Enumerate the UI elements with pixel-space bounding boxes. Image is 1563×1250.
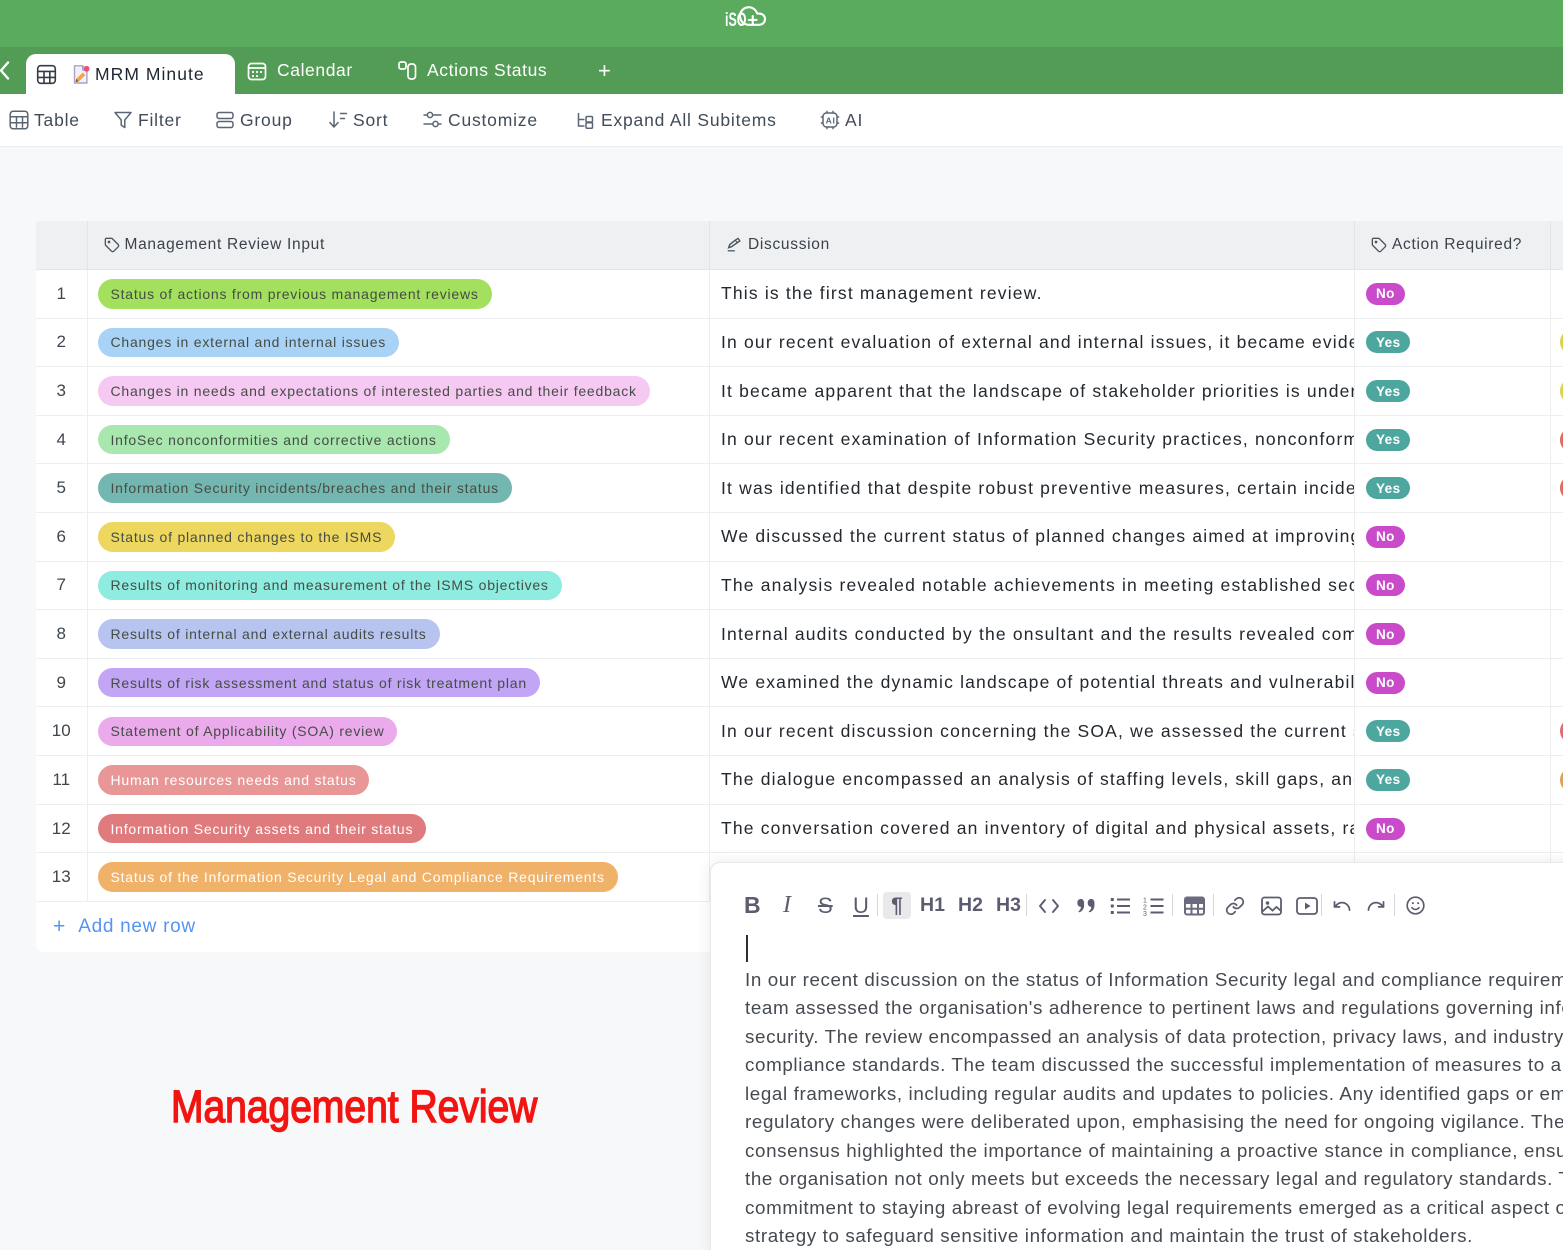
- svg-text:iSO: iSO: [725, 10, 747, 31]
- svg-text:AI: AI: [826, 116, 836, 126]
- svg-text:3: 3: [1143, 911, 1147, 916]
- svg-text:1: 1: [1143, 897, 1147, 904]
